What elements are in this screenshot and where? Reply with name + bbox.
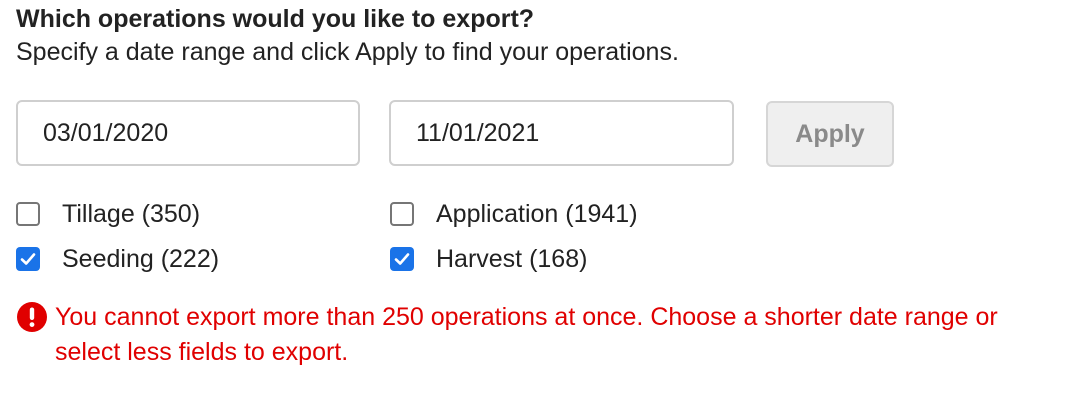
error-text: You cannot export more than 250 operatio… (55, 303, 998, 366)
operation-option-seeding[interactable]: Seeding (222) (16, 244, 219, 274)
harvest-checkbox[interactable] (390, 247, 414, 271)
application-checkbox[interactable] (390, 202, 414, 226)
operation-label: Tillage (350) (62, 199, 201, 228)
end-date-input[interactable] (389, 100, 734, 166)
start-date-input[interactable] (16, 100, 360, 166)
operation-option-application[interactable]: Application (1941) (390, 199, 638, 229)
apply-button[interactable]: Apply (766, 101, 894, 167)
checkmark-icon (394, 253, 410, 265)
checkmark-icon (20, 253, 36, 265)
error-message: You cannot export more than 250 operatio… (16, 300, 1056, 370)
operation-label: Harvest (168) (436, 244, 588, 273)
operation-label: Application (1941) (436, 199, 638, 228)
seeding-checkbox[interactable] (16, 247, 40, 271)
exclamation-circle-icon (17, 302, 47, 332)
tillage-checkbox[interactable] (16, 202, 40, 226)
operation-option-tillage[interactable]: Tillage (350) (16, 199, 200, 229)
operation-option-harvest[interactable]: Harvest (168) (390, 244, 587, 274)
page-title: Which operations would you like to expor… (16, 5, 535, 33)
export-operations-panel: Which operations would you like to expor… (0, 0, 1082, 408)
operation-label: Seeding (222) (62, 244, 220, 273)
page-subtitle: Specify a date range and click Apply to … (16, 38, 679, 66)
